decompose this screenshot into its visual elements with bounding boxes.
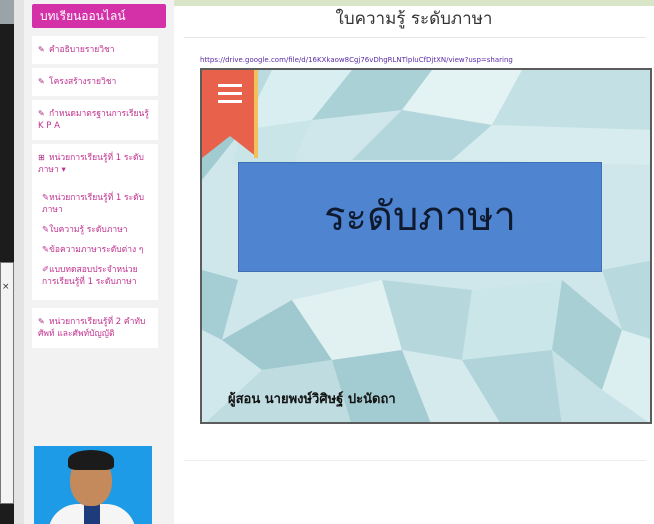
submenu-item-label: แบบทดสอบประจำหน่วยการเรียนรู้ที่ 1 ระดับ… bbox=[42, 265, 138, 287]
pencil-icon: ✎ bbox=[38, 109, 45, 118]
divider bbox=[184, 37, 646, 38]
sidebar: บทเรียนออนไลน์ ✎ คำอธิบายรายวิชา ✎ โครงสร้… bbox=[24, 0, 174, 524]
sidebar-header[interactable]: บทเรียนออนไลน์ bbox=[32, 4, 166, 28]
sidebar-item-unit-2[interactable]: ✎ หน่วยการเรียนรู้ที่ 2 คำทับศัพท์ และศัพ… bbox=[32, 308, 158, 348]
sidebar-submenu-unit-1: ✎หน่วยการเรียนรู้ที่ 1 ระดับภาษา ✎ใบความ… bbox=[32, 184, 158, 300]
teacher-name: ผู้สอน นายพงษ์วิศิษฐ์ ปะนัดถา bbox=[228, 392, 396, 407]
sidebar-menu: ✎ คำอธิบายรายวิชา ✎ โครงสร้างรายวิชา ✎ กำหน… bbox=[32, 36, 158, 352]
background-window-edge: × bbox=[0, 0, 14, 524]
submenu-item-label: ข้อความภาษาระดับต่าง ๆ bbox=[49, 245, 144, 255]
submenu-item-unit-1[interactable]: ✎หน่วยการเรียนรู้ที่ 1 ระดับภาษา bbox=[42, 188, 152, 220]
main-content: ใบความรู้ ระดับภาษา https://drive.google… bbox=[174, 0, 654, 524]
submenu-item-label: หน่วยการเรียนรู้ที่ 1 ระดับภาษา bbox=[42, 193, 145, 215]
avatar-hair bbox=[68, 450, 114, 470]
avatar-tie bbox=[84, 504, 100, 524]
sidebar-item-label: คำอธิบายรายวิชา bbox=[49, 45, 115, 55]
slide-title: ระดับภาษา bbox=[238, 162, 602, 272]
drive-link[interactable]: https://drive.google.com/file/d/16KXkaow… bbox=[200, 56, 513, 64]
sidebar-item-label: โครงสร้างรายวิชา bbox=[49, 77, 117, 87]
pencil-icon: ✎ bbox=[38, 77, 45, 86]
submenu-item-quiz[interactable]: ✐แบบทดสอบประจำหน่วยการเรียนรู้ที่ 1 ระดั… bbox=[42, 260, 152, 292]
sidebar-item-course-structure[interactable]: ✎ โครงสร้างรายวิชา bbox=[32, 68, 158, 96]
sidebar-item-course-description[interactable]: ✎ คำอธิบายรายวิชา bbox=[32, 36, 158, 64]
submenu-item-knowledge-sheet[interactable]: ✎ใบความรู้ ระดับภาษา bbox=[42, 220, 152, 240]
background-window-panel bbox=[0, 262, 14, 504]
submenu-item-language-levels[interactable]: ✎ข้อความภาษาระดับต่าง ๆ bbox=[42, 240, 152, 260]
sidebar-item-label: กำหนดมาตรฐานการเรียนรู้ K P A bbox=[38, 109, 149, 131]
divider bbox=[184, 460, 646, 461]
pencil-icon: ✎ bbox=[38, 45, 45, 54]
gutter bbox=[14, 0, 24, 524]
submenu-item-label: ใบความรู้ ระดับภาษา bbox=[49, 225, 128, 235]
sidebar-item-standards[interactable]: ✎ กำหนดมาตรฐานการเรียนรู้ K P A bbox=[32, 100, 158, 140]
page-title: ใบความรู้ ระดับภาษา bbox=[335, 9, 493, 29]
pencil-icon: ✎ bbox=[38, 317, 45, 326]
close-icon[interactable]: × bbox=[2, 282, 10, 292]
bookmark-icon bbox=[202, 70, 258, 158]
sidebar-item-label: หน่วยการเรียนรู้ที่ 1 ระดับภาษา ▾ bbox=[38, 153, 144, 175]
plus-square-icon: ⊞ bbox=[38, 153, 45, 162]
sidebar-item-unit-1[interactable]: ⊞ หน่วยการเรียนรู้ที่ 1 ระดับภาษา ▾ bbox=[32, 144, 158, 184]
slide-preview[interactable]: ระดับภาษา ผู้สอน นายพงษ์วิศิษฐ์ ปะนัดถา bbox=[200, 68, 652, 424]
avatar bbox=[34, 446, 152, 524]
sidebar-item-label: หน่วยการเรียนรู้ที่ 2 คำทับศัพท์ และศัพท… bbox=[38, 317, 146, 339]
background-window-fragment bbox=[0, 0, 14, 24]
